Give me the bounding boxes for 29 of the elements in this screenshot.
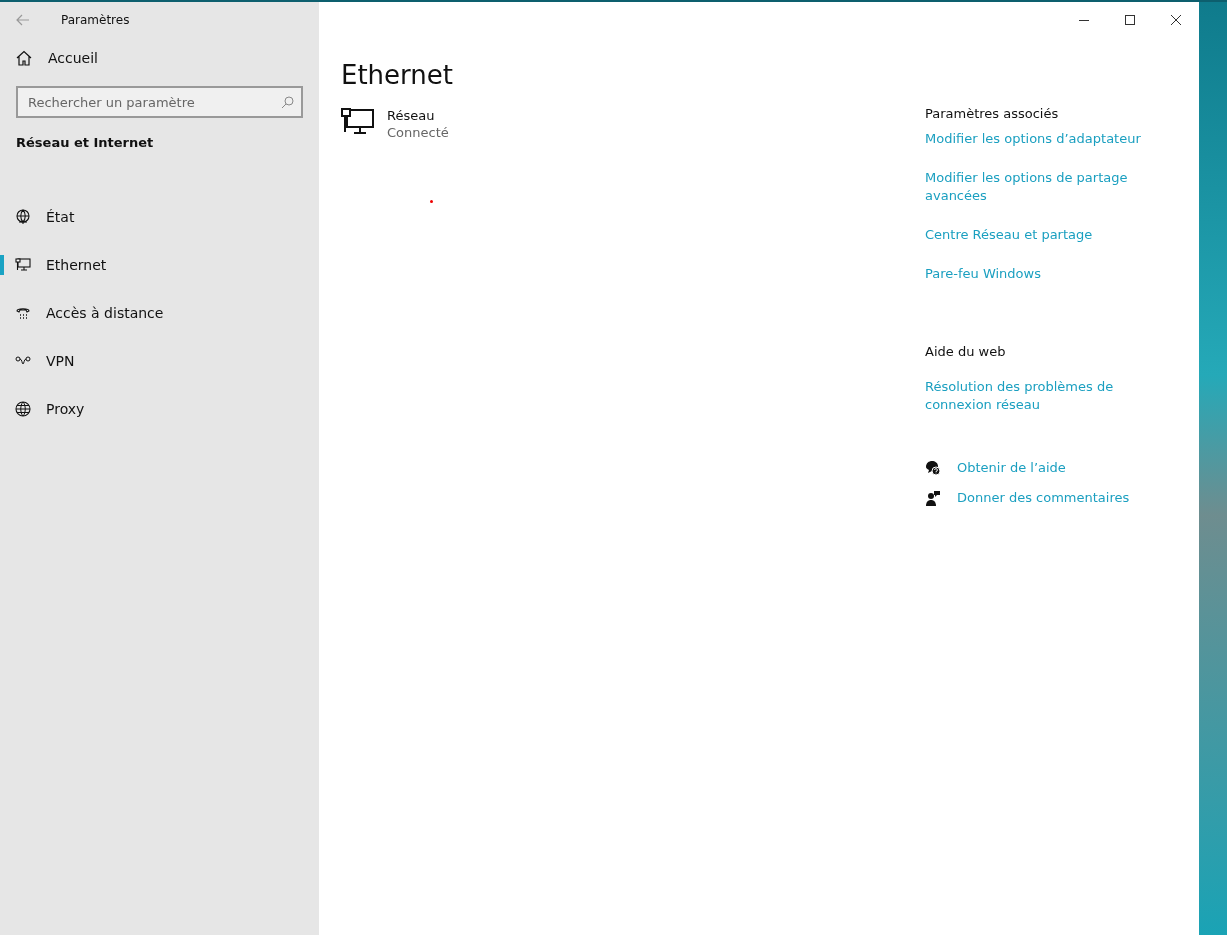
maximize-icon: [1125, 15, 1135, 25]
search-icon: [281, 96, 294, 109]
home-icon: [16, 50, 32, 66]
monitor-icon: [341, 108, 375, 136]
window-title: Paramètres: [61, 13, 130, 27]
page-title: Ethernet: [341, 60, 453, 90]
home-nav-item[interactable]: Accueil: [0, 38, 319, 78]
phone-icon: [15, 305, 31, 321]
network-name: Réseau: [387, 108, 436, 123]
globe-monitor-icon: [15, 209, 31, 225]
back-arrow-icon[interactable]: [16, 14, 30, 26]
sidebar-item[interactable]: Proxy: [0, 385, 319, 433]
sidebar-item[interactable]: Ethernet: [0, 241, 319, 289]
section-heading: Réseau et Internet: [15, 134, 155, 152]
minimize-icon: [1079, 19, 1089, 21]
close-icon: [1171, 15, 1181, 25]
dot-mark: [430, 200, 433, 203]
section-heading: Aide du web: [925, 344, 1006, 359]
sidebar-item[interactable]: Accès à distance: [0, 289, 319, 337]
person-feedback-icon: [925, 490, 941, 506]
sidebar-item[interactable]: VPN: [0, 337, 319, 385]
search-field[interactable]: Rechercher un paramètre: [16, 86, 303, 118]
globe-icon: [15, 401, 31, 417]
monitor-icon: [15, 257, 31, 273]
network-status: Connecté: [387, 125, 449, 140]
help-chat-icon: [925, 460, 941, 476]
sidebar-item[interactable]: État: [0, 193, 319, 241]
section-heading: Paramètres associés: [925, 106, 1059, 121]
network-item[interactable]: Réseau Connecté: [341, 108, 449, 140]
